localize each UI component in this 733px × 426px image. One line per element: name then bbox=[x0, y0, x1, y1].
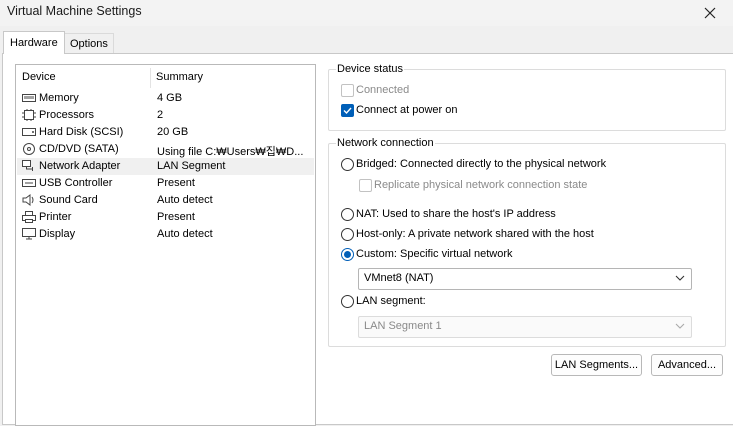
column-divider[interactable] bbox=[150, 68, 151, 88]
lan-segment-value: LAN Segment 1 bbox=[364, 320, 442, 332]
device-row-printer[interactable]: Printer Present bbox=[17, 209, 314, 226]
network-connection-title: Network connection bbox=[336, 137, 435, 149]
host-only-radio[interactable] bbox=[341, 228, 354, 241]
tab-options[interactable]: Options bbox=[64, 33, 114, 54]
device-name: Display bbox=[39, 228, 76, 240]
device-name: Memory bbox=[39, 92, 79, 104]
custom-label: Custom: Specific virtual network bbox=[356, 248, 513, 260]
close-icon bbox=[704, 7, 716, 19]
device-row-sound-card[interactable]: Sound Card Auto detect bbox=[17, 192, 314, 209]
tab-options-label: Options bbox=[70, 38, 108, 50]
custom-radio[interactable] bbox=[341, 248, 354, 261]
connected-checkbox[interactable] bbox=[341, 84, 354, 97]
printer-icon bbox=[22, 211, 36, 223]
device-name: Printer bbox=[39, 211, 72, 223]
custom-network-value: VMnet8 (NAT) bbox=[364, 272, 434, 284]
sound-card-icon bbox=[22, 194, 34, 206]
memory-icon bbox=[22, 94, 36, 102]
bridged-radio[interactable] bbox=[341, 158, 354, 171]
network-adapter-icon bbox=[22, 160, 33, 171]
advanced-button[interactable]: Advanced... bbox=[651, 354, 723, 376]
lan-segment-radio[interactable] bbox=[341, 295, 354, 308]
tab-hardware-label: Hardware bbox=[10, 37, 58, 49]
lan-segments-button[interactable]: LAN Segments... bbox=[551, 354, 642, 376]
device-row-memory[interactable]: Memory 4 GB bbox=[17, 90, 314, 107]
display-icon bbox=[22, 228, 36, 240]
device-row-network-adapter[interactable]: Network Adapter LAN Segment bbox=[17, 158, 314, 175]
device-summary: 2 bbox=[157, 109, 164, 121]
column-header-summary[interactable]: Summary bbox=[156, 71, 203, 83]
bridged-label: Bridged: Connected directly to the physi… bbox=[356, 158, 607, 170]
connect-at-power-on-label: Connect at power on bbox=[356, 104, 458, 116]
column-header-device[interactable]: Device bbox=[22, 71, 56, 83]
device-summary: 20 GB bbox=[157, 126, 189, 138]
device-summary: Present bbox=[157, 211, 195, 223]
cd-dvd-icon bbox=[23, 143, 35, 155]
device-summary: Auto detect bbox=[157, 228, 213, 240]
device-summary: Using file C:₩Users₩집₩D... bbox=[157, 146, 304, 158]
chevron-down-icon bbox=[675, 323, 685, 329]
lan-segment-label: LAN segment: bbox=[356, 295, 426, 307]
network-connection-group: Network connection Bridged: Connected di… bbox=[328, 137, 726, 347]
device-row-hard-disk[interactable]: Hard Disk (SCSI) 20 GB bbox=[17, 124, 314, 141]
device-name: Sound Card bbox=[39, 194, 98, 206]
host-only-label: Host-only: A private network shared with… bbox=[356, 228, 594, 240]
processor-icon bbox=[22, 109, 36, 121]
device-row-cd-dvd[interactable]: CD/DVD (SATA) Using file C:₩Users₩집₩D... bbox=[17, 141, 314, 158]
hard-disk-icon bbox=[22, 128, 36, 136]
chevron-down-icon bbox=[675, 275, 685, 281]
connect-at-power-on-checkbox[interactable] bbox=[341, 104, 354, 117]
device-name: USB Controller bbox=[39, 177, 113, 189]
window-title: Virtual Machine Settings bbox=[7, 4, 142, 18]
nat-label: NAT: Used to share the host's IP address bbox=[356, 208, 556, 220]
custom-network-dropdown[interactable]: VMnet8 (NAT) bbox=[358, 268, 692, 290]
replicate-checkbox[interactable] bbox=[359, 179, 372, 192]
lan-segments-button-label: LAN Segments... bbox=[554, 359, 639, 371]
lan-segment-dropdown[interactable]: LAN Segment 1 bbox=[358, 316, 692, 338]
connected-label: Connected bbox=[356, 84, 410, 96]
advanced-button-label: Advanced... bbox=[657, 359, 717, 371]
device-name: Network Adapter bbox=[39, 160, 121, 172]
nat-radio[interactable] bbox=[341, 208, 354, 221]
device-name: CD/DVD (SATA) bbox=[39, 143, 119, 155]
device-summary: 4 GB bbox=[157, 92, 183, 104]
title-bar: Virtual Machine Settings bbox=[0, 0, 733, 26]
device-name: Processors bbox=[39, 109, 95, 121]
device-row-display[interactable]: Display Auto detect bbox=[17, 226, 314, 243]
device-row-processors[interactable]: Processors 2 bbox=[17, 107, 314, 124]
device-summary: Auto detect bbox=[157, 194, 213, 206]
device-summary: LAN Segment bbox=[157, 160, 226, 172]
device-list[interactable]: Device Summary Memory 4 GB Processors 2 … bbox=[15, 64, 316, 426]
device-name: Hard Disk (SCSI) bbox=[39, 126, 124, 138]
device-summary: Present bbox=[157, 177, 195, 189]
device-status-title: Device status bbox=[336, 63, 405, 75]
usb-icon bbox=[22, 179, 36, 187]
tab-hardware[interactable]: Hardware bbox=[3, 31, 65, 54]
device-status-group: Device status Connected Connect at power… bbox=[328, 63, 726, 131]
close-button[interactable] bbox=[687, 0, 733, 26]
device-row-usb-controller[interactable]: USB Controller Present bbox=[17, 175, 314, 192]
checkmark-icon bbox=[343, 107, 352, 115]
replicate-label: Replicate physical network connection st… bbox=[374, 179, 588, 191]
